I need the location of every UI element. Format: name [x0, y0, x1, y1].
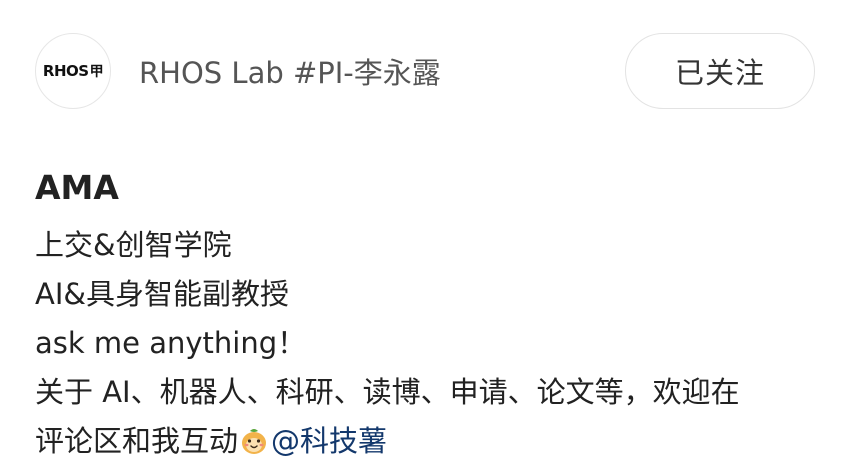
post-header: RHOS 甲 RHOS Lab #PI-李永露 已关注 — [0, 0, 854, 150]
post-line-last: 评论区和我互动 @科技薯 — [35, 417, 825, 466]
post-line: AI&具身智能副教授 — [35, 277, 290, 311]
rhos-logo: RHOS 甲 — [42, 61, 104, 81]
avatar-logo-glyph: 甲 — [89, 64, 104, 80]
mention-link[interactable]: @科技薯 — [271, 424, 387, 458]
author-name[interactable]: RHOS Lab #PI-李永露 — [139, 53, 441, 93]
post-line: ask me anything！ — [35, 326, 307, 360]
post-title: AMA — [35, 168, 119, 207]
avatar[interactable]: RHOS 甲 — [35, 33, 111, 109]
post-content: AMA 上交&创智学院 AI&具身智能副教授 ask me anything！ … — [35, 167, 825, 466]
post-line-text: 评论区和我互动 — [35, 424, 239, 458]
smiling-mascot-icon — [242, 429, 267, 454]
avatar-logo-text: RHOS — [42, 62, 89, 80]
post-line: 关于 AI、机器人、科研、读博、申请、论文等，欢迎在 — [35, 375, 740, 409]
follow-button[interactable]: 已关注 — [625, 33, 815, 109]
post-line: 上交&创智学院 — [35, 228, 232, 262]
